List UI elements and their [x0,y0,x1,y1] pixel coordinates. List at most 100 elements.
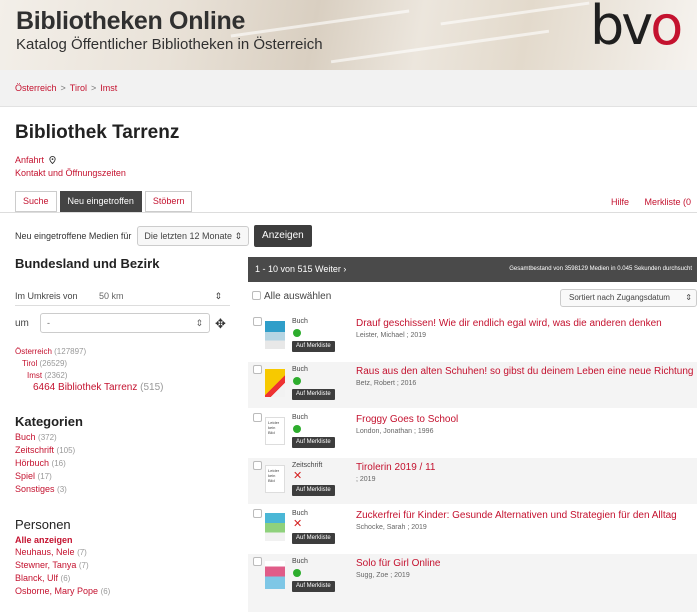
no-cover-placeholder[interactable]: Leider kein Bild [265,465,285,493]
results-header: 1 - 10 von 515 Weiter › Gesamtbestand vo… [248,257,697,282]
breadcrumb: Österreich > Tirol > Imst [15,83,117,93]
help-link[interactable]: Hilfe [611,197,629,207]
tree-item-imst[interactable]: Imst (2362) [15,370,163,382]
radius-select[interactable]: Im Umkreis von 50 km ⇕ [15,286,230,306]
add-to-merkliste-button[interactable]: Auf Merkliste [292,485,335,496]
media-type: Buch [292,414,308,421]
tree-item-oesterreich[interactable]: Österreich (127897) [15,346,163,358]
category-item-sonstiges[interactable]: Sonstiges (3) [15,483,83,496]
tree-label: Österreich [15,347,52,356]
add-to-merkliste-button[interactable]: Auf Merkliste [292,389,335,400]
site-title[interactable]: Bibliotheken Online [16,7,245,36]
crosshair-icon[interactable]: ✥ [215,313,226,335]
person-label: Stewner, Tanya [15,560,77,570]
add-to-merkliste-button[interactable]: Auf Merkliste [292,581,335,592]
logo-main: bv [590,0,653,57]
tab-stoebern[interactable]: Stöbern [144,191,193,212]
result-checkbox[interactable] [253,413,262,422]
media-type: Buch [292,558,308,565]
book-cover[interactable] [265,561,285,589]
period-select[interactable]: Die letzten 12 Monate ⇕ [137,226,250,246]
result-title[interactable]: Drauf geschissen! Wie dir endlich egal w… [356,318,662,329]
person-item[interactable]: Stewner, Tanya (7) [15,559,110,572]
sort-select[interactable]: Sortiert nach Zugangsdatum ⇕ [560,289,697,307]
result-title[interactable]: Solo für Girl Online [356,558,440,569]
result-checkbox[interactable] [253,365,262,374]
region-tree: Österreich (127897) Tirol (26529) Imst (… [15,346,163,394]
category-item-spiel[interactable]: Spiel (17) [15,470,83,483]
result-author: Schocke, Sarah ; 2019 [356,524,427,531]
map-pin-icon [48,155,56,165]
merkliste-link[interactable]: Merkliste (0 [644,197,691,207]
category-item-hoerbuch[interactable]: Hörbuch (16) [15,457,83,470]
cover-placeholder-text: Leider kein Bild [268,468,280,483]
category-label: Hörbuch [15,458,50,468]
tree-count: (127897) [54,347,87,356]
add-to-merkliste-button[interactable]: Auf Merkliste [292,533,335,544]
add-to-merkliste-button[interactable]: Auf Merkliste [292,437,335,448]
region-heading: Bundesland und Bezirk [15,256,160,271]
result-title[interactable]: Tirolerin 2019 / 11 [356,462,436,473]
book-cover[interactable] [265,513,285,541]
tree-item-library[interactable]: 6464 Bibliothek Tarrenz (515) [15,382,163,394]
cross-icon: ✕ [293,518,303,530]
breadcrumb-item-imst[interactable]: Imst [100,83,117,93]
persons-show-all-link[interactable]: Alle anzeigen [15,534,110,546]
tree-count: (26529) [39,359,68,368]
tab-neu-eingetroffen[interactable]: Neu eingetroffen [59,191,142,212]
result-checkbox[interactable] [253,557,262,566]
category-label: Spiel [15,471,36,481]
new-media-filter: Neu eingetroffene Medien für Die letzten… [15,225,312,247]
person-label: Neuhaus, Nele [15,547,75,557]
person-count: (7) [78,561,89,570]
result-title[interactable]: Froggy Goes to School [356,414,458,425]
person-item[interactable]: Blanck, Ulf (6) [15,572,110,585]
result-title[interactable]: Zuckerfrei für Kinder: Gesunde Alternati… [356,510,677,521]
category-label: Buch [15,432,36,442]
site-header: Bibliotheken Online Katalog Öffentlicher… [0,0,697,70]
result-checkbox[interactable] [253,509,262,518]
new-media-label: Neu eingetroffene Medien für [15,231,132,241]
persons-facet: Personen Alle anzeigen Neuhaus, Nele (7)… [15,518,110,598]
media-type: Buch [292,510,308,517]
header-decoration [330,29,550,64]
select-arrows-icon: ⇕ [234,231,243,241]
results-range-link[interactable]: 1 - 10 von 515 Weiter › [255,264,346,274]
result-checkbox[interactable] [253,317,262,326]
media-type: Zeitschrift [292,462,323,469]
tree-label: Imst [27,371,43,380]
breadcrumb-item-oesterreich[interactable]: Österreich [15,83,57,93]
book-cover[interactable] [265,369,285,397]
select-all-control[interactable]: Alle auswählen [252,291,331,302]
person-item[interactable]: Neuhaus, Nele (7) [15,546,110,559]
header-decoration [230,9,410,38]
book-cover[interactable] [265,321,285,349]
add-to-merkliste-button[interactable]: Auf Merkliste [292,341,335,352]
result-checkbox[interactable] [253,461,262,470]
category-item-buch[interactable]: Buch (372) [15,431,83,444]
bvo-logo[interactable]: bvo [590,0,683,57]
directions-link[interactable]: Anfahrt [15,154,126,167]
category-label: Sonstiges [15,484,55,494]
filter-sidebar: Bundesland und Bezirk Im Umkreis von 50 … [15,256,230,596]
cover-placeholder-text: Leider kein Bild [268,420,280,435]
select-all-checkbox[interactable] [252,291,261,300]
no-cover-placeholder[interactable]: Leider kein Bild [265,417,285,445]
show-button[interactable]: Anzeigen [254,225,312,247]
tab-divider [0,212,697,213]
tree-item-tirol[interactable]: Tirol (26529) [15,358,163,370]
logo-accent: o [650,0,683,57]
select-arrows-icon: ⇕ [195,318,203,328]
tab-suche[interactable]: Suche [15,191,57,212]
location-select[interactable]: - ⇕ [40,313,210,333]
result-author: London, Jonathan ; 1996 [356,428,434,435]
tree-label: 6464 Bibliothek Tarrenz [33,382,138,393]
category-item-zeitschrift[interactable]: Zeitschrift (105) [15,444,83,457]
contact-link[interactable]: Kontakt und Öffnungszeiten [15,167,126,180]
person-item[interactable]: Osborne, Mary Pope (6) [15,585,110,598]
um-label: um [15,318,29,329]
tree-count: (2362) [44,371,68,380]
category-count: (372) [38,433,57,442]
result-title[interactable]: Raus aus den alten Schuhen! so gibst du … [356,366,693,377]
breadcrumb-item-tirol[interactable]: Tirol [70,83,87,93]
